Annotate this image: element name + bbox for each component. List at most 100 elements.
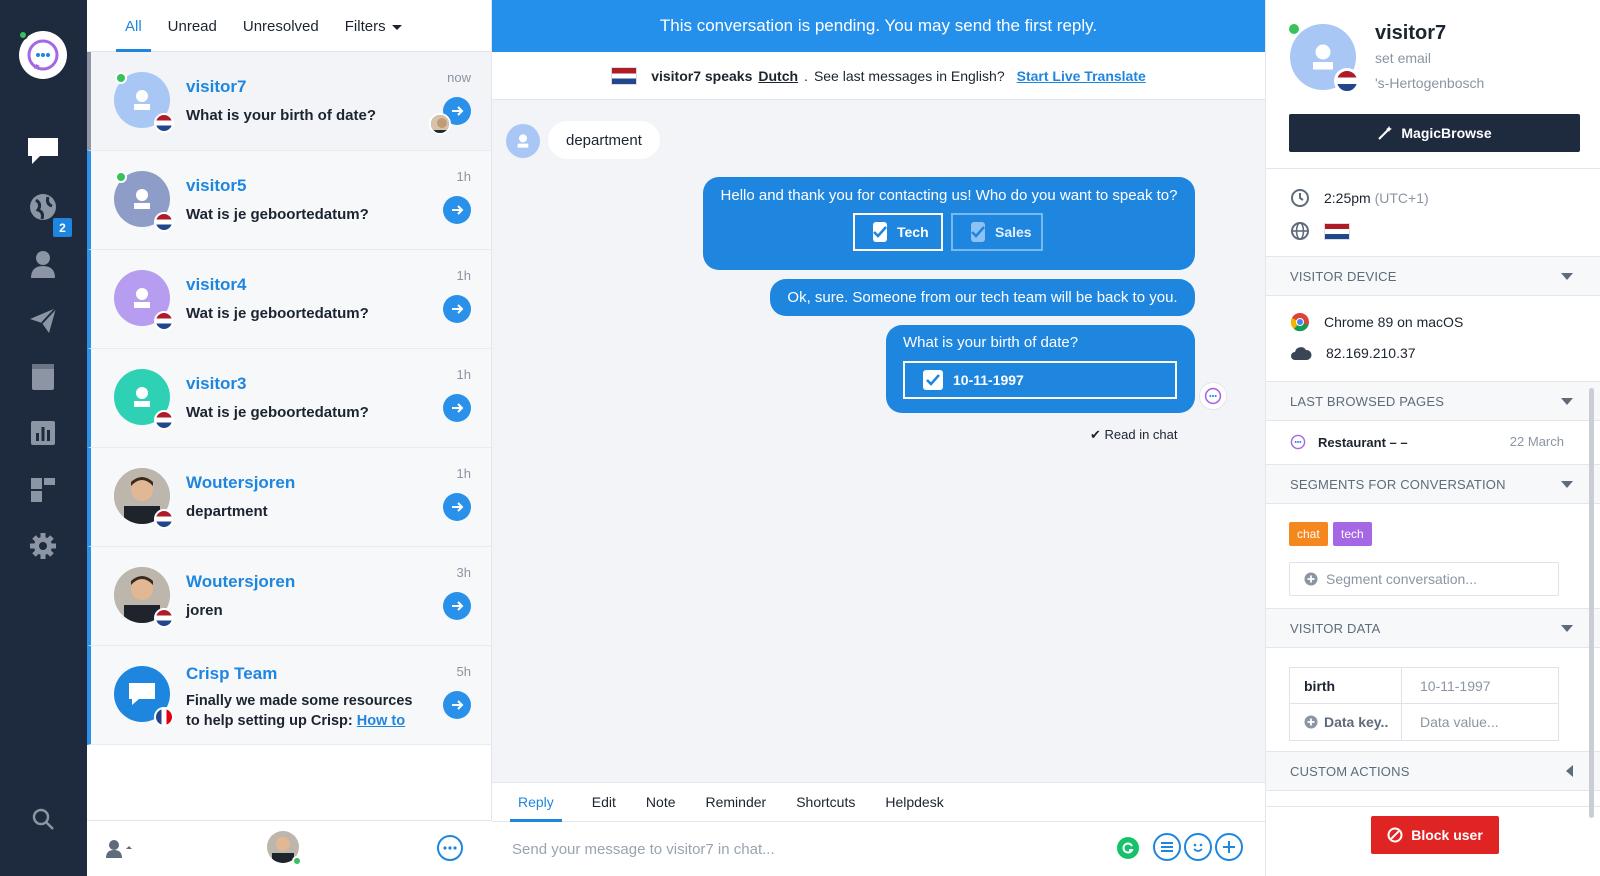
block-user-button[interactable]: Block user — [1371, 816, 1499, 854]
divider — [1266, 168, 1600, 169]
nl-flag-icon — [154, 410, 174, 430]
open-conversation-arrow-icon[interactable] — [443, 493, 471, 521]
how-to-link[interactable]: How to — [357, 713, 405, 729]
crisp-logo[interactable] — [18, 30, 67, 79]
add-attachment-plus-icon[interactable] — [1215, 833, 1243, 861]
visitor-name: visitor7 — [1375, 22, 1447, 44]
question-text: What is your birth of date? — [903, 334, 1079, 351]
set-email-field[interactable]: set email — [1375, 50, 1431, 66]
availability-user-icon[interactable] — [105, 839, 135, 864]
plugins-grid-icon[interactable] — [25, 472, 61, 508]
online-status-dot — [292, 856, 302, 866]
settings-gear-icon[interactable] — [25, 528, 61, 564]
search-icon[interactable] — [25, 801, 61, 837]
conversation-time: 5h — [456, 664, 471, 679]
shortcuts-list-icon[interactable] — [1153, 833, 1181, 861]
bot-greeting-bubble: Hello and thank you for contacting us! W… — [703, 177, 1195, 270]
visitor-data-section-header[interactable]: VISITOR DATA — [1266, 608, 1600, 648]
visitor-city: 's-Hertogenbosch — [1375, 75, 1485, 91]
profile-scrollbar[interactable] — [1589, 388, 1594, 818]
open-conversation-arrow-icon[interactable] — [443, 592, 471, 620]
segment-tag-tech[interactable]: tech — [1333, 522, 1372, 546]
tab-reply[interactable]: Reply — [510, 794, 562, 822]
visitors-count-badge: 2 — [53, 218, 72, 237]
checkbox-checked-icon — [873, 222, 887, 242]
tab-edit[interactable]: Edit — [584, 794, 624, 810]
conversation-item-visitor4[interactable]: visitor4 Wat is je geboortedatum? 1h — [87, 250, 491, 349]
conversation-preview: Finally we made some resources to help s… — [186, 693, 413, 729]
visitor-profile-panel: visitor7 set email 's-Hertogenbosch Magi… — [1265, 0, 1600, 876]
conversation-item-visitor5[interactable]: visitor5 Wat is je geboortedatum? 1h — [87, 151, 491, 250]
tab-note[interactable]: Note — [638, 794, 684, 810]
tab-shortcuts[interactable]: Shortcuts — [788, 794, 863, 810]
conversation-time: 1h — [456, 367, 471, 382]
data-value[interactable]: 10-11-1997 — [1402, 668, 1558, 703]
nl-flag-icon — [154, 212, 174, 232]
visitor-message: department — [548, 121, 660, 159]
conversation-time: now — [447, 70, 471, 85]
browser-row: Chrome 89 on macOS — [1290, 312, 1463, 332]
conversation-time: 3h — [456, 565, 471, 580]
start-live-translate-link[interactable]: Start Live Translate — [1017, 68, 1146, 84]
conversation-item-woutersjoren[interactable]: Woutersjoren department 1h — [87, 448, 491, 547]
checkbox-checked-icon — [923, 370, 943, 390]
data-row: birth 10-11-1997 — [1290, 668, 1558, 704]
globe-icon — [1291, 222, 1309, 240]
cloud-icon — [1291, 347, 1312, 360]
conversation-item-visitor3[interactable]: visitor3 Wat is je geboortedatum? 1h — [87, 349, 491, 448]
contacts-icon[interactable] — [25, 246, 61, 282]
ip-address: 82.169.210.37 — [1326, 345, 1416, 361]
segments-section-header[interactable]: SEGMENTS FOR CONVERSATION — [1266, 464, 1600, 504]
answer-field[interactable]: 10-11-1997 — [903, 361, 1177, 399]
data-value-input[interactable]: Data value... — [1402, 704, 1558, 740]
conversation-time: 1h — [456, 169, 471, 184]
conversation-item-visitor7[interactable]: visitor7 What is your birth of date? now — [87, 52, 491, 151]
analytics-chart-icon[interactable] — [25, 415, 61, 451]
data-key-input[interactable]: Data key.. — [1290, 704, 1402, 740]
segment-input[interactable]: Segment conversation... — [1289, 562, 1559, 596]
grammarly-icon[interactable] — [1117, 837, 1139, 859]
question-bubble: What is your birth of date? 10-11-1997 — [886, 325, 1195, 413]
conversation-name: visitor4 — [186, 275, 247, 294]
tab-reminder[interactable]: Reminder — [698, 794, 775, 810]
segment-tag-chat[interactable]: chat — [1289, 522, 1328, 546]
helpdesk-book-icon[interactable] — [25, 359, 61, 395]
choice-tech[interactable]: Tech — [853, 213, 943, 251]
tab-unresolved[interactable]: Unresolved — [243, 18, 319, 51]
tab-helpdesk[interactable]: Helpdesk — [877, 794, 951, 810]
visitor-device-section-header[interactable]: VISITOR DEVICE — [1266, 256, 1600, 296]
open-conversation-arrow-icon[interactable] — [443, 196, 471, 224]
chevron-down-icon — [391, 24, 402, 30]
filter-tabs: All Unread Unresolved Filters — [87, 0, 491, 52]
chevron-down-icon — [1561, 481, 1573, 488]
choice-sales[interactable]: Sales — [951, 213, 1043, 251]
campaigns-send-icon[interactable] — [25, 302, 61, 338]
tab-unread[interactable]: Unread — [168, 18, 217, 51]
open-conversation-arrow-icon[interactable] — [443, 295, 471, 323]
crisp-page-icon — [1290, 434, 1306, 450]
open-conversation-arrow-icon[interactable] — [443, 691, 471, 719]
magic-wand-icon — [1378, 126, 1393, 140]
tab-all[interactable]: All — [116, 18, 151, 52]
open-conversation-arrow-icon[interactable] — [443, 394, 471, 422]
browsed-page-row[interactable]: Restaurant – – — [1290, 434, 1408, 450]
translate-question: See last messages in English? — [813, 67, 1005, 84]
tab-filters[interactable]: Filters — [345, 18, 402, 51]
emoji-icon[interactable] — [1184, 833, 1212, 861]
inbox-icon[interactable] — [25, 133, 61, 169]
more-options-icon[interactable] — [437, 835, 463, 861]
custom-actions-section-header[interactable]: CUSTOM ACTIONS — [1266, 751, 1600, 791]
conversation-name: visitor3 — [186, 374, 247, 393]
fr-flag-icon — [154, 707, 174, 727]
bot-avatar-icon — [1199, 382, 1227, 410]
nl-flag-icon — [154, 311, 174, 331]
browser-name: Chrome 89 on macOS — [1324, 314, 1464, 330]
magicbrowse-button[interactable]: MagicBrowse — [1289, 114, 1580, 152]
message-input[interactable] — [512, 840, 1092, 858]
chevron-down-icon — [1561, 625, 1573, 632]
conversation-name: Crisp Team — [186, 664, 278, 683]
conversation-item-crisp-team[interactable]: Crisp Team Finally we made some resource… — [87, 646, 491, 745]
conversation-item-woutersjoren-2[interactable]: Woutersjoren joren 3h — [87, 547, 491, 646]
country-row — [1290, 221, 1350, 241]
last-browsed-pages-section-header[interactable]: LAST BROWSED PAGES — [1266, 381, 1600, 421]
